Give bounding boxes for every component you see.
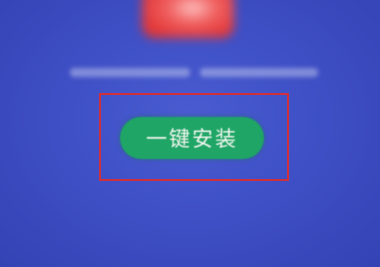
install-button-label: 一键安装 bbox=[146, 127, 238, 151]
install-button[interactable]: 一键安装 bbox=[120, 117, 264, 159]
blurred-text-right bbox=[200, 68, 318, 77]
app-icon bbox=[142, 0, 234, 38]
blurred-text-left bbox=[70, 68, 190, 77]
